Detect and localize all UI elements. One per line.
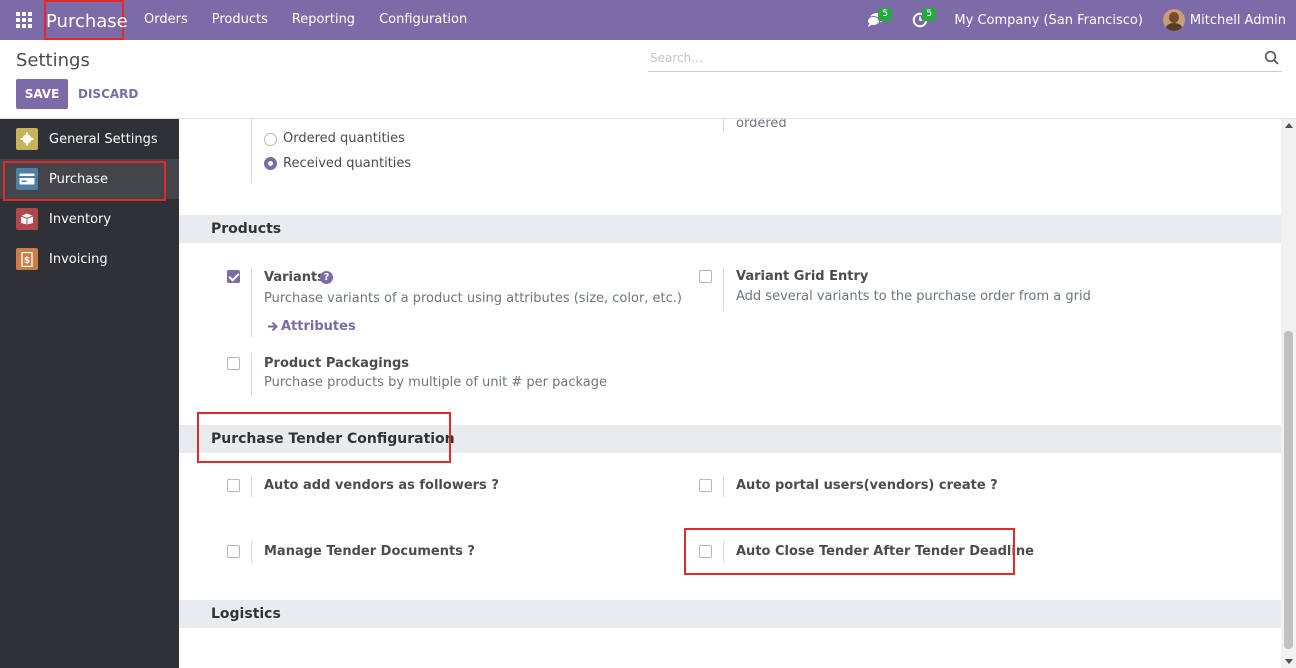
radio-received-quantities[interactable] xyxy=(264,157,277,170)
variants-label: Variants xyxy=(264,270,325,285)
help-icon[interactable]: ? xyxy=(320,271,333,284)
settings-content: ordered Ordered quantities Received quan… xyxy=(179,119,1281,668)
sidebar-item-inventory[interactable]: Inventory xyxy=(0,199,179,239)
main-menu: Orders Products Reporting Configuration xyxy=(132,0,479,40)
settings-sidebar: General Settings Purchase Inventory $ In… xyxy=(0,119,179,668)
save-button[interactable]: SAVE xyxy=(16,79,68,109)
activities-button[interactable]: 5 xyxy=(898,0,942,40)
auto-portal-users-checkbox[interactable] xyxy=(699,479,712,492)
menu-products[interactable]: Products xyxy=(200,0,280,40)
section-logistics: Logistics xyxy=(179,600,1281,628)
packagings-label: Product Packagings xyxy=(264,356,410,371)
radio-ordered-quantities[interactable] xyxy=(264,133,277,146)
setting-divider xyxy=(251,541,252,563)
box-icon xyxy=(16,208,38,230)
setting-divider xyxy=(723,267,724,311)
search-icon[interactable] xyxy=(1264,50,1280,66)
packagings-checkbox[interactable] xyxy=(227,357,240,370)
section-title: Purchase Tender Configuration xyxy=(211,431,455,447)
attributes-link[interactable]: Attributes xyxy=(281,319,356,334)
sidebar-item-purchase[interactable]: Purchase xyxy=(0,159,179,201)
setting-divider xyxy=(251,475,252,497)
variant-grid-label: Variant Grid Entry xyxy=(736,269,869,284)
sidebar-item-invoicing[interactable]: $ Invoicing xyxy=(0,239,179,279)
sidebar-item-label: Inventory xyxy=(49,211,112,227)
user-menu[interactable]: Mitchell Admin xyxy=(1153,9,1296,31)
variant-grid-checkbox[interactable] xyxy=(699,270,712,283)
section-title: Products xyxy=(211,221,282,237)
auto-portal-users-label: Auto portal users(vendors) create ? xyxy=(736,478,998,493)
setting-divider xyxy=(251,353,252,397)
variants-description: Purchase variants of a product using att… xyxy=(264,291,683,306)
manage-documents-label: Manage Tender Documents ? xyxy=(264,544,475,559)
svg-text:$: $ xyxy=(24,256,30,266)
top-navbar: Purchase Orders Products Reporting Confi… xyxy=(0,0,1296,40)
gear-icon xyxy=(16,128,38,150)
radio-label-ordered: Ordered quantities xyxy=(283,131,405,146)
sidebar-item-general-settings[interactable]: General Settings xyxy=(0,119,179,159)
section-tender-configuration: Purchase Tender Configuration xyxy=(179,425,1281,453)
messages-badge: 5 xyxy=(878,8,893,21)
menu-configuration[interactable]: Configuration xyxy=(367,0,479,40)
scroll-down-arrow-icon[interactable] xyxy=(1285,659,1293,664)
page-title: Settings xyxy=(16,50,90,71)
sidebar-item-label: General Settings xyxy=(49,131,158,147)
search-box xyxy=(648,46,1282,72)
radio-label-received: Received quantities xyxy=(283,156,412,171)
apps-menu-icon[interactable] xyxy=(0,0,48,40)
auto-add-vendors-label: Auto add vendors as followers ? xyxy=(264,478,499,493)
auto-close-tender-label: Auto Close Tender After Tender Deadline xyxy=(736,544,1034,559)
messages-button[interactable]: 5 xyxy=(854,0,898,40)
control-panel: Settings SAVE DISCARD xyxy=(0,40,1296,119)
invoice-icon: $ xyxy=(16,248,38,270)
packagings-description: Purchase products by multiple of unit # … xyxy=(264,375,607,390)
avatar xyxy=(1162,9,1185,31)
setting-divider xyxy=(723,541,724,563)
setting-divider xyxy=(723,119,724,133)
auto-close-tender-checkbox[interactable] xyxy=(699,545,712,558)
partial-description: ordered xyxy=(736,119,787,131)
setting-divider xyxy=(251,267,252,337)
app-brand[interactable]: Purchase xyxy=(44,0,128,40)
section-title: Logistics xyxy=(211,606,281,622)
variant-grid-description: Add several variants to the purchase ord… xyxy=(736,289,1091,304)
scroll-up-arrow-icon[interactable] xyxy=(1285,123,1293,128)
search-input[interactable] xyxy=(648,46,1248,70)
sidebar-item-label: Purchase xyxy=(49,171,109,187)
content-scrollbar[interactable] xyxy=(1281,119,1296,668)
discard-button[interactable]: DISCARD xyxy=(74,79,142,109)
manage-documents-checkbox[interactable] xyxy=(227,545,240,558)
scroll-thumb[interactable] xyxy=(1284,331,1293,649)
menu-orders[interactable]: Orders xyxy=(132,0,200,40)
user-name: Mitchell Admin xyxy=(1189,12,1286,28)
activities-badge: 5 xyxy=(922,8,937,21)
sidebar-item-label: Invoicing xyxy=(49,251,108,267)
setting-divider xyxy=(251,119,252,183)
purchase-card-icon xyxy=(16,168,38,190)
setting-divider xyxy=(723,475,724,497)
auto-add-vendors-checkbox[interactable] xyxy=(227,479,240,492)
menu-reporting[interactable]: Reporting xyxy=(280,0,367,40)
company-switcher[interactable]: My Company (San Francisco) xyxy=(942,13,1152,28)
variants-checkbox[interactable] xyxy=(227,270,240,283)
arrow-right-icon xyxy=(268,321,278,332)
section-products: Products xyxy=(179,215,1281,243)
